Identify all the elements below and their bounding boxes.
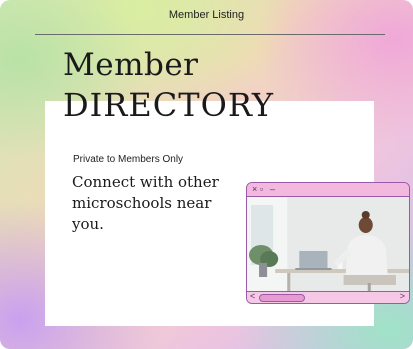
header-divider (35, 34, 385, 35)
scroll-thumb (259, 294, 305, 302)
close-icon: × (252, 184, 258, 194)
mock-scrollbar: < > (247, 291, 409, 303)
graphic-canvas: Member Listing Member DIRECTORY Private … (0, 0, 413, 349)
scroll-left-icon: < (250, 291, 256, 301)
mock-browser-window: × ▫ – < > (246, 182, 410, 304)
scroll-right-icon: > (399, 291, 405, 301)
title-line-1: Member (63, 47, 199, 83)
person-at-laptop-photo (247, 197, 409, 292)
title-line-2: DIRECTORY (63, 86, 275, 124)
maximize-icon: ▫ (260, 184, 264, 194)
mock-titlebar: × ▫ – (247, 183, 409, 197)
minimize-icon: – (270, 184, 276, 194)
lead-text: Connect with other microschools near you… (72, 173, 219, 233)
member-listing-label[interactable]: Member Listing (0, 9, 413, 21)
private-tagline: Private to Members Only (73, 154, 184, 165)
